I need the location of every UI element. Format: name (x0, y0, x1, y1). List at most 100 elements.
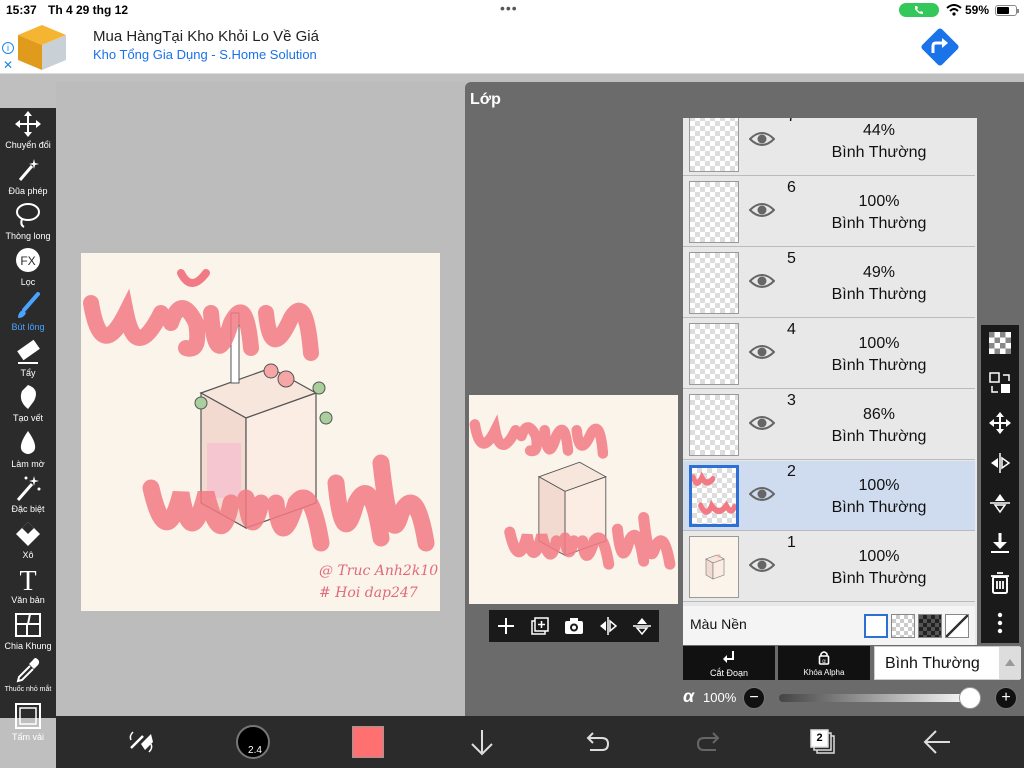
call-indicator[interactable] (899, 3, 939, 17)
add-layer-icon[interactable] (495, 615, 517, 637)
tool-palette: Chuyển đổi Đũa phép Thòng long FX Lọc Bú… (0, 108, 56, 742)
tool-magic-wand[interactable]: Đũa phép (0, 156, 56, 201)
ad-title[interactable]: Mua HàngTại Kho Khỏi Lo Về Giá (93, 28, 319, 45)
tool-eraser[interactable]: Tẩy (0, 338, 56, 383)
tool-smudge[interactable]: Tạo vết (0, 383, 56, 428)
fx-icon: FX (16, 248, 40, 272)
opacity-value: 100% (703, 690, 737, 705)
camera-icon[interactable] (563, 615, 585, 637)
tool-brush[interactable]: Bút lông (0, 292, 56, 337)
layer-row[interactable]: 1 100% Bình Thường (683, 532, 975, 602)
tool-special[interactable]: Đặc biệt (0, 474, 56, 519)
layer-thumbnail[interactable] (689, 252, 739, 314)
duplicate-layer-icon[interactable] (529, 615, 551, 637)
eye-icon[interactable] (749, 556, 775, 574)
preview-illustration (469, 414, 676, 570)
bg-swatch-transparent-light[interactable] (891, 614, 915, 638)
svg-text:T: T (19, 566, 36, 593)
layer-row-selected[interactable]: 2 100% Bình Thường (683, 461, 975, 531)
flip-vertical-icon[interactable] (988, 491, 1012, 515)
bg-swatch-white[interactable] (864, 614, 888, 638)
ad-close-icon[interactable]: ✕ (3, 58, 13, 72)
box-logo-icon (18, 25, 66, 70)
tool-frame-divider[interactable]: Chia Khung (0, 611, 56, 656)
merge-down-icon[interactable] (988, 531, 1012, 555)
flip-vertical-icon[interactable] (631, 615, 653, 637)
layer-thumbnail[interactable] (689, 394, 739, 456)
blend-mode-select[interactable]: Bình Thường (874, 646, 1021, 680)
layer-thumbnail[interactable] (689, 118, 739, 172)
layer-thumbnail-art (692, 471, 736, 515)
eye-icon[interactable] (749, 201, 775, 219)
tool-text[interactable]: T Văn bản (0, 565, 56, 610)
eye-icon[interactable] (749, 485, 775, 503)
opacity-slider-track[interactable] (779, 694, 975, 702)
arrow-down-icon[interactable] (468, 728, 496, 756)
color-swatch-button[interactable] (352, 726, 384, 758)
frame-divider-icon (15, 613, 41, 637)
blend-mode-arrow[interactable] (999, 647, 1021, 679)
directions-icon[interactable] (918, 25, 962, 69)
blur-icon (20, 431, 36, 454)
multitask-dots-icon[interactable]: ••• (500, 0, 518, 16)
bg-swatch-none[interactable] (945, 614, 969, 638)
back-arrow-icon[interactable] (922, 729, 952, 755)
swap-tool-icon[interactable] (127, 728, 155, 756)
tool-transform[interactable]: Chuyển đổi (0, 110, 56, 155)
layer-row[interactable]: 4 100% Bình Thường (683, 319, 975, 389)
ad-info-icon[interactable]: i (2, 42, 14, 54)
opacity-decrease-button[interactable]: − (743, 687, 765, 709)
tool-bucket[interactable]: Xô (0, 520, 56, 565)
phone-icon (915, 6, 923, 14)
layer-thumbnail[interactable] (689, 536, 739, 598)
redo-icon[interactable] (696, 730, 724, 754)
undo-icon[interactable] (582, 730, 610, 754)
more-options-icon[interactable] (988, 611, 1012, 635)
tool-canvas[interactable]: Tấm vải (0, 702, 56, 747)
svg-text:FX: FX (20, 254, 35, 268)
layer-thumbnail-art (705, 554, 725, 580)
artwork-canvas[interactable]: @ Truc Anh2k10 # Hoi dap247 (81, 253, 440, 611)
brush-size-button[interactable]: 2.4 (236, 725, 270, 759)
move-layer-icon[interactable] (988, 411, 1012, 435)
opacity-increase-button[interactable]: + (995, 687, 1017, 709)
layer-row[interactable]: 6 100% Bình Thường (683, 177, 975, 247)
layer-thumbnail[interactable] (689, 465, 739, 527)
special-icon (16, 476, 41, 501)
layer-preview[interactable] (469, 395, 678, 604)
layer-row[interactable]: 5 49% Bình Thường (683, 248, 975, 318)
tool-blur[interactable]: Làm mờ (0, 429, 56, 474)
checkerboard-icon[interactable] (988, 331, 1012, 355)
layer-thumbnail[interactable] (689, 181, 739, 243)
tool-lasso[interactable]: Thòng long (0, 201, 56, 246)
layer-list[interactable]: 7 44% Bình Thường 6 100% Bình Thường 5 4… (683, 118, 977, 645)
clipping-button[interactable]: Cắt Đoạn (683, 646, 775, 680)
bucket-icon (16, 522, 40, 546)
layer-thumbnail[interactable] (689, 323, 739, 385)
lock-icon: α (818, 651, 830, 665)
tool-eyedropper[interactable]: Thuốc nhỏ mắt (0, 656, 56, 701)
eraser-icon (17, 339, 40, 364)
layer-row[interactable]: 7 44% Bình Thường (683, 118, 975, 176)
bg-swatch-transparent-dark[interactable] (918, 614, 942, 638)
move-selection-icon[interactable] (988, 371, 1012, 395)
flip-horizontal-icon[interactable] (988, 451, 1012, 475)
eye-icon[interactable] (749, 414, 775, 432)
layers-button[interactable]: 2 (809, 728, 837, 756)
opacity-slider-knob[interactable] (959, 687, 981, 709)
layer-side-toolbar (981, 325, 1019, 643)
eye-icon[interactable] (749, 343, 775, 361)
tool-filter[interactable]: FX Lọc (0, 247, 56, 292)
flip-horizontal-icon[interactable] (597, 615, 619, 637)
svg-text:α: α (822, 659, 826, 665)
wifi-icon (946, 4, 962, 16)
alpha-lock-button[interactable]: α Khóa Alpha (778, 646, 870, 680)
lasso-icon (16, 203, 40, 228)
trash-icon[interactable] (988, 571, 1012, 595)
brush-icon (18, 292, 40, 318)
eye-icon[interactable] (749, 272, 775, 290)
ad-banner[interactable]: i ✕ Mua HàngTại Kho Khỏi Lo Về Giá Kho T… (0, 20, 1024, 74)
layer-row[interactable]: 3 86% Bình Thường (683, 390, 975, 460)
eye-icon[interactable] (749, 130, 775, 148)
ad-subtitle[interactable]: Kho Tổng Gia Dụng - S.Home Solution (93, 47, 317, 62)
